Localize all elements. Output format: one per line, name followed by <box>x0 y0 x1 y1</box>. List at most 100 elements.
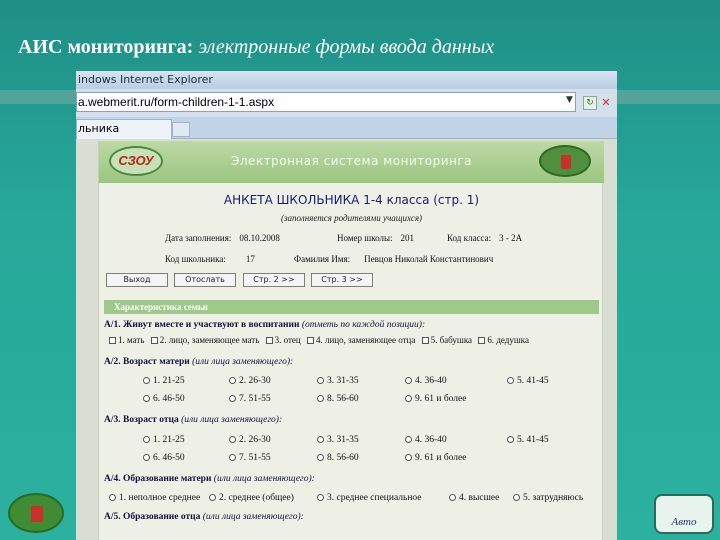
student-code-label: Код школьника: <box>165 254 226 264</box>
radio-icon[interactable] <box>317 377 324 385</box>
question-a4-hint: (или лица заменяющего): <box>213 474 315 484</box>
student-name-label: Фамилия Имя: <box>294 254 351 264</box>
checkbox-father-substitute[interactable]: 4. лицо, заменяющее отца <box>306 335 415 345</box>
a3-option-6[interactable]: 6. 46-50 <box>143 453 185 463</box>
radio-icon[interactable] <box>229 395 236 403</box>
radio-icon[interactable] <box>405 377 412 385</box>
tab-bar: льника <box>76 117 617 139</box>
a3-option-2[interactable]: 2. 26-30 <box>229 435 271 445</box>
student-code: Код школьника: 17 <box>165 254 255 264</box>
a2-option-2[interactable]: 2. 26-30 <box>229 376 271 386</box>
site-header: СЗОУ Электронная система мониторинга <box>99 141 604 183</box>
a2-option-4[interactable]: 4. 36-40 <box>405 376 447 386</box>
question-a2-hint: (или лица заменяющего): <box>192 357 294 367</box>
checkbox-grandmother[interactable]: 5. бабушка <box>421 335 472 345</box>
radio-icon[interactable] <box>109 494 116 502</box>
radio-icon[interactable] <box>317 436 324 444</box>
question-a3: А/3. Возраст отца (или лица заменяющего)… <box>104 415 282 425</box>
address-bar: a.webmerit.ru/form-children-1-1.aspx ▼ ↻… <box>76 89 617 117</box>
a3-option-7[interactable]: 7. 51-55 <box>229 453 271 463</box>
a4-option-5[interactable]: 5. затрудняюсь <box>513 493 583 503</box>
radio-icon[interactable] <box>317 395 324 403</box>
a2-option-3[interactable]: 3. 31-35 <box>317 376 359 386</box>
school-number: Номер школы: 201 <box>337 233 414 243</box>
address-dropdown-icon[interactable]: ▼ <box>566 95 573 105</box>
checkbox-icon[interactable] <box>150 337 158 345</box>
question-a2: А/2. Возраст матери (или лица заменяющег… <box>104 357 293 367</box>
checkbox-icon[interactable] <box>421 337 429 345</box>
page3-button[interactable]: Стр. 3 >> <box>311 273 373 287</box>
slide-title-bold: АИС мониторинга: <box>18 36 194 58</box>
checkbox-icon[interactable] <box>478 337 486 345</box>
radio-icon[interactable] <box>143 377 150 385</box>
emblem-icon <box>539 145 591 177</box>
question-a3-label: А/3. Возраст отца <box>104 415 179 425</box>
radio-icon[interactable] <box>513 494 520 502</box>
tab-current[interactable]: льника <box>76 119 172 139</box>
form-subtitle: (заполняется родителями учащихся) <box>281 213 422 223</box>
checkbox-icon[interactable] <box>109 337 116 345</box>
address-input[interactable]: a.webmerit.ru/form-children-1-1.aspx <box>76 92 576 112</box>
student-name: Фамилия Имя: Певцов Николай Константинови… <box>294 254 493 264</box>
a4-option-1[interactable]: 1. неполное среднее <box>109 493 200 503</box>
submit-button[interactable]: Отослать <box>174 273 236 287</box>
school-value: 201 <box>400 233 415 243</box>
radio-icon[interactable] <box>229 377 236 385</box>
a2-option-9[interactable]: 9. 61 и более <box>405 394 466 404</box>
slide-title: АИС мониторинга: электронные формы ввода… <box>18 34 494 60</box>
radio-icon[interactable] <box>507 436 514 444</box>
radio-icon[interactable] <box>449 494 456 502</box>
question-a5: А/5. Образование отца (или лица заменяющ… <box>104 512 304 522</box>
a3-option-3[interactable]: 3. 31-35 <box>317 435 359 445</box>
radio-icon[interactable] <box>143 454 150 462</box>
author-icon[interactable]: Авто <box>654 494 714 534</box>
a2-option-8[interactable]: 8. 56-60 <box>317 394 359 404</box>
radio-icon[interactable] <box>229 454 236 462</box>
a2-option-5[interactable]: 5. 41-45 <box>507 376 549 386</box>
question-a2-label: А/2. Возраст матери <box>104 357 190 367</box>
radio-icon[interactable] <box>209 494 216 502</box>
stop-icon[interactable]: ✕ <box>599 96 613 110</box>
emblem-icon-left[interactable] <box>8 493 64 533</box>
radio-icon[interactable] <box>317 494 324 502</box>
browser-window: indows Internet Explorer a.webmerit.ru/f… <box>76 71 617 540</box>
radio-icon[interactable] <box>405 436 412 444</box>
a2-option-6[interactable]: 6. 46-50 <box>143 394 185 404</box>
radio-icon[interactable] <box>317 454 324 462</box>
radio-icon[interactable] <box>143 436 150 444</box>
question-a5-hint: (или лица заменяющего): <box>202 512 304 522</box>
checkbox-mother[interactable]: 1. мать <box>109 335 144 345</box>
page2-button[interactable]: Стр. 2 >> <box>243 273 305 287</box>
a3-option-1[interactable]: 1. 21-25 <box>143 435 185 445</box>
refresh-icon[interactable]: ↻ <box>583 96 597 110</box>
a3-option-5[interactable]: 5. 41-45 <box>507 435 549 445</box>
a2-option-7[interactable]: 7. 51-55 <box>229 394 271 404</box>
a4-option-3[interactable]: 3. среднее специальное <box>317 493 422 503</box>
checkbox-icon[interactable] <box>265 337 273 345</box>
checkbox-icon[interactable] <box>306 337 314 345</box>
radio-icon[interactable] <box>405 454 412 462</box>
new-tab-button[interactable] <box>172 122 190 137</box>
radio-icon[interactable] <box>143 395 150 403</box>
section-family: Характеристика семьи <box>104 300 599 314</box>
checkbox-father[interactable]: 3. отец <box>265 335 301 345</box>
a4-option-4[interactable]: 4. высшее <box>449 493 499 503</box>
site-header-title: Электронная система мониторинга <box>230 154 473 168</box>
a2-option-1[interactable]: 1. 21-25 <box>143 376 185 386</box>
radio-icon[interactable] <box>229 436 236 444</box>
class-code: Код класса: 3 - 2А <box>447 233 522 243</box>
page-content: СЗОУ Электронная система мониторинга АНК… <box>98 141 604 540</box>
question-a3-hint: (или лица заменяющего): <box>181 415 283 425</box>
exit-button[interactable]: Выход <box>106 273 168 287</box>
school-label: Номер школы: <box>337 233 393 243</box>
a3-option-4[interactable]: 4. 36-40 <box>405 435 447 445</box>
checkbox-grandfather[interactable]: 6. дедушка <box>478 335 529 345</box>
question-a4: А/4. Образование матери (или лица заменя… <box>104 474 315 484</box>
question-a1-label: А/1. Живут вместе и участвуют в воспитан… <box>104 320 300 330</box>
radio-icon[interactable] <box>405 395 412 403</box>
checkbox-mother-substitute[interactable]: 2. лицо, заменяющее мать <box>150 335 259 345</box>
a3-option-8[interactable]: 8. 56-60 <box>317 453 359 463</box>
a4-option-2[interactable]: 2. среднее (общее) <box>209 493 294 503</box>
radio-icon[interactable] <box>507 377 514 385</box>
a3-option-9[interactable]: 9. 61 и более <box>405 453 466 463</box>
